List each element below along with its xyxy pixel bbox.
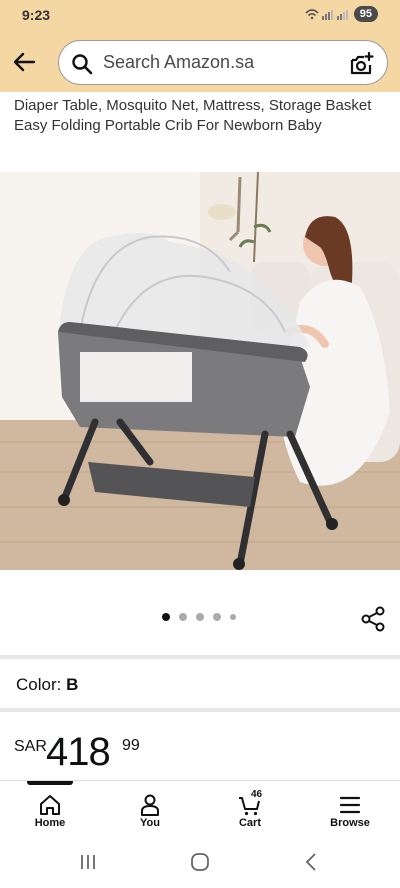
recent-apps-icon[interactable] bbox=[76, 850, 100, 874]
nav-label: Home bbox=[34, 817, 66, 829]
price-whole: 418 bbox=[46, 730, 111, 774]
nav-label: Cart bbox=[238, 817, 261, 829]
nav-label: You bbox=[140, 817, 160, 829]
crib-photo-icon bbox=[0, 172, 400, 570]
status-right: 95 bbox=[304, 6, 378, 22]
carousel-dot[interactable] bbox=[179, 613, 187, 621]
section-divider bbox=[0, 655, 400, 659]
product-image[interactable] bbox=[0, 172, 400, 570]
color-selection: Color: B bbox=[16, 675, 78, 695]
nav-home[interactable]: Home bbox=[0, 781, 100, 837]
search-input[interactable] bbox=[103, 41, 343, 84]
menu-icon bbox=[339, 796, 361, 814]
bottom-nav: Home You 46 Cart Browse bbox=[0, 780, 400, 836]
nav-you[interactable]: You bbox=[100, 781, 200, 837]
search-bar[interactable] bbox=[58, 40, 388, 85]
carousel-dot[interactable] bbox=[213, 613, 221, 621]
back-nav-icon[interactable] bbox=[300, 850, 324, 874]
status-time: 9:23 bbox=[22, 7, 51, 23]
color-label: Color: bbox=[16, 675, 62, 694]
back-button[interactable] bbox=[8, 48, 40, 76]
color-value: B bbox=[66, 675, 79, 694]
nav-cart[interactable]: 46 Cart bbox=[200, 781, 300, 837]
search-icon bbox=[72, 54, 93, 75]
product-title: Diaper Table, Mosquito Net, Mattress, St… bbox=[14, 97, 372, 134]
signal-icon bbox=[305, 9, 348, 20]
carousel-dot[interactable] bbox=[230, 614, 236, 620]
price-fraction: 99 bbox=[122, 737, 140, 754]
price-currency: SAR bbox=[14, 738, 47, 755]
battery-badge: 95 bbox=[353, 6, 378, 22]
nav-browse[interactable]: Browse bbox=[300, 781, 400, 837]
person-icon bbox=[141, 794, 159, 816]
nav-label: Browse bbox=[330, 817, 370, 829]
image-carousel-dots[interactable] bbox=[162, 613, 236, 621]
app-root: 9:23 95 Search Amazon.sa Diaper Table, M… bbox=[0, 0, 400, 888]
home-icon bbox=[40, 795, 60, 815]
share-icon[interactable] bbox=[360, 606, 386, 632]
header: 9:23 95 bbox=[0, 0, 400, 92]
section-divider bbox=[0, 708, 400, 712]
carousel-dot[interactable] bbox=[162, 613, 170, 621]
home-button-icon[interactable] bbox=[188, 850, 212, 874]
camera-search-icon[interactable] bbox=[349, 51, 375, 77]
cart-count-badge: 46 bbox=[251, 789, 263, 800]
carousel-dot[interactable] bbox=[196, 613, 204, 621]
status-bar: 9:23 95 bbox=[0, 0, 400, 30]
arrow-left-icon bbox=[13, 52, 36, 72]
system-nav-bar bbox=[0, 836, 400, 888]
